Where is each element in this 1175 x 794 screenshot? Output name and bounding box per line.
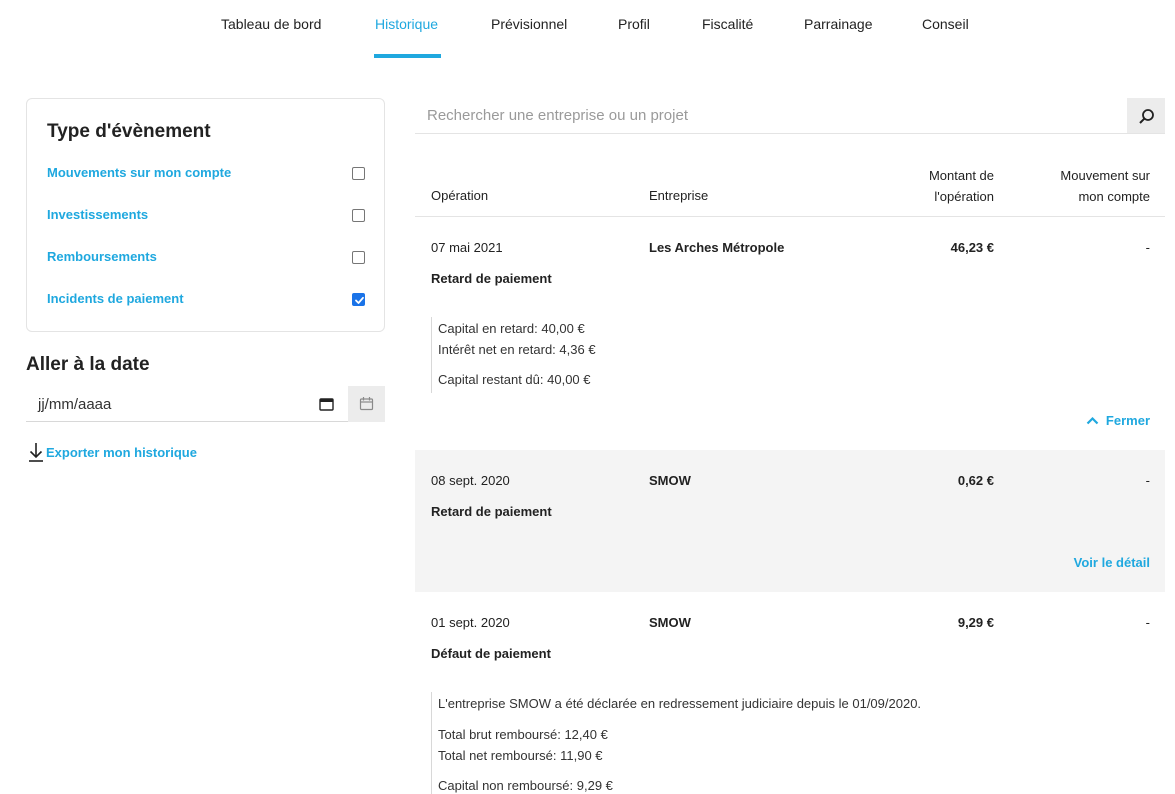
- detail-line: Capital restant dû: 40,00 €: [438, 372, 591, 387]
- table-header: Opération Entreprise Montant de l'opérat…: [415, 160, 1165, 217]
- header-amount-line2: l'opération: [934, 189, 994, 204]
- download-icon: [29, 443, 43, 462]
- calendar-button[interactable]: [348, 386, 385, 422]
- filter-label[interactable]: Remboursements: [47, 249, 157, 264]
- chevron-up-icon: [1086, 416, 1099, 425]
- header-movement-line2: mon compte: [1078, 189, 1150, 204]
- row-date: 08 sept. 2020: [431, 473, 510, 488]
- row-amount: 46,23 €: [950, 240, 994, 255]
- active-tab-indicator: [374, 54, 441, 58]
- row-date: 07 mai 2021: [431, 240, 503, 255]
- filter-title: Type d'évènement: [47, 121, 211, 142]
- row-amount: 9,29 €: [957, 615, 994, 630]
- header-operation: Opération: [431, 188, 489, 203]
- top-navigation: Tableau de bord Historique Prévisionnel …: [0, 0, 1175, 60]
- filter-checkbox[interactable]: [352, 167, 365, 180]
- detail-line: Intérêt net en retard: 4,36 €: [438, 342, 596, 357]
- date-section-title: Aller à la date: [26, 354, 150, 375]
- row-operation-type: Retard de paiement: [431, 271, 552, 286]
- tab-fiscalite[interactable]: Fiscalité: [702, 16, 753, 32]
- export-label[interactable]: Exporter mon historique: [46, 445, 197, 460]
- header-movement: Mouvement sur mon compte: [1060, 165, 1150, 207]
- search-input[interactable]: [415, 98, 1126, 133]
- calendar-icon: [359, 397, 374, 411]
- row-operation-type: Retard de paiement: [431, 504, 552, 519]
- row-movement: -: [1145, 615, 1150, 630]
- row-company: SMOW: [649, 473, 691, 488]
- row-company: SMOW: [649, 615, 691, 630]
- header-amount-line1: Montant de: [928, 168, 994, 183]
- row-amount: 0,62 €: [957, 473, 994, 488]
- filter-item-investissements[interactable]: Investissements: [47, 205, 365, 227]
- tab-parrainage[interactable]: Parrainage: [804, 16, 873, 32]
- detail-line: Total brut remboursé: 12,40 €: [438, 727, 608, 742]
- header-amount: Montant de l'opération: [929, 165, 994, 207]
- detail-line: L'entreprise SMOW a été déclarée en redr…: [438, 696, 922, 711]
- filter-label[interactable]: Investissements: [47, 207, 148, 222]
- filter-item-mouvements[interactable]: Mouvements sur mon compte: [47, 163, 365, 185]
- search-icon: [1139, 109, 1154, 124]
- tab-historique[interactable]: Historique: [375, 16, 438, 32]
- header-company: Entreprise: [649, 188, 709, 203]
- row-details: Capital en retard: 40,00 € Intérêt net e…: [431, 317, 596, 393]
- filter-checkbox[interactable]: [352, 251, 365, 264]
- search-bar: [415, 98, 1165, 134]
- view-detail-button[interactable]: Voir le détail: [1074, 555, 1150, 570]
- checkmark-icon: [355, 296, 364, 304]
- filter-item-remboursements[interactable]: Remboursements: [47, 247, 365, 269]
- date-picker-icon[interactable]: [319, 397, 334, 416]
- row-movement: -: [1145, 473, 1150, 488]
- table-row: 01 sept. 2020 Défaut de paiement SMOW 9,…: [415, 592, 1165, 794]
- row-date: 01 sept. 2020: [431, 615, 510, 630]
- detail-line: Total net remboursé: 11,90 €: [438, 748, 603, 763]
- date-placeholder: jj/mm/aaaa: [38, 396, 112, 413]
- row-operation-type: Défaut de paiement: [431, 646, 551, 661]
- close-detail-button[interactable]: Fermer: [1086, 413, 1150, 428]
- tab-previsionnel[interactable]: Prévisionnel: [491, 16, 567, 32]
- filter-item-incidents[interactable]: Incidents de paiement: [47, 289, 365, 311]
- row-movement: -: [1145, 240, 1150, 255]
- date-input[interactable]: jj/mm/aaaa: [26, 386, 348, 422]
- table-row: 07 mai 2021 Retard de paiement Les Arche…: [415, 217, 1165, 450]
- table-row: 08 sept. 2020 Retard de paiement SMOW 0,…: [415, 450, 1165, 592]
- detail-line: Capital en retard: 40,00 €: [438, 321, 585, 336]
- close-detail-label[interactable]: Fermer: [1106, 413, 1150, 428]
- search-button[interactable]: [1127, 98, 1165, 133]
- filter-checkbox-checked[interactable]: [352, 293, 365, 306]
- tab-tableau-de-bord[interactable]: Tableau de bord: [221, 16, 321, 32]
- tab-conseil[interactable]: Conseil: [922, 16, 969, 32]
- filter-checkbox[interactable]: [352, 209, 365, 222]
- filter-label[interactable]: Incidents de paiement: [47, 291, 184, 306]
- event-type-filter: Type d'évènement Mouvements sur mon comp…: [26, 98, 385, 332]
- row-company: Les Arches Métropole: [649, 240, 785, 255]
- tab-profil[interactable]: Profil: [618, 16, 650, 32]
- filter-label[interactable]: Mouvements sur mon compte: [47, 165, 231, 180]
- row-details: L'entreprise SMOW a été déclarée en redr…: [431, 692, 921, 794]
- header-movement-line1: Mouvement sur: [1060, 168, 1150, 183]
- detail-line: Capital non remboursé: 9,29 €: [438, 778, 613, 793]
